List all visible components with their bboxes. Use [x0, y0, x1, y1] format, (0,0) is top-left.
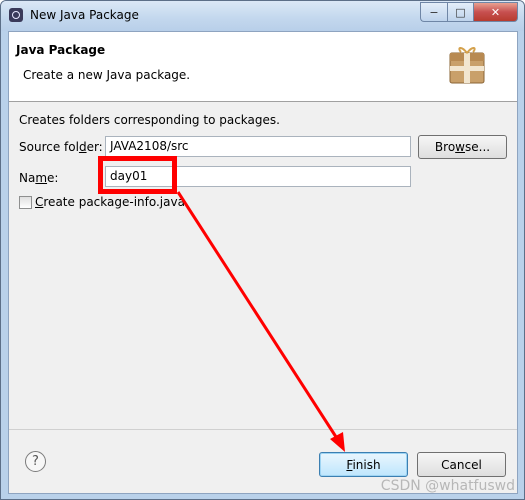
banner-description: Create a new Java package. — [23, 68, 191, 82]
dialog-content: Java Package Create a new Java package. … — [8, 31, 518, 494]
banner-title: Java Package — [16, 43, 106, 57]
cancel-button[interactable]: Cancel — [417, 452, 506, 477]
eclipse-icon — [9, 8, 23, 22]
package-info-checkbox[interactable] — [19, 196, 32, 209]
close-button[interactable]: ✕ — [474, 2, 518, 22]
source-folder-label: Source folder: — [19, 140, 103, 154]
footer-separator — [9, 429, 517, 430]
watermark: CSDN @whatfuswd — [380, 478, 515, 494]
title-bar[interactable]: New Java Package − □ ✕ — [1, 1, 524, 31]
package-icon — [449, 47, 485, 84]
annotation-highlight-box — [98, 156, 177, 194]
maximize-button[interactable]: □ — [447, 2, 474, 22]
browse-button[interactable]: Browse... — [418, 135, 507, 159]
dialog-window: New Java Package − □ ✕ Java Package Crea… — [0, 0, 525, 500]
package-info-label[interactable]: Create package-info.java — [35, 195, 185, 209]
minimize-button[interactable]: − — [420, 2, 447, 22]
window-title: New Java Package — [30, 8, 139, 22]
name-label: Name: — [19, 171, 59, 185]
finish-button[interactable]: Finish — [319, 452, 408, 477]
caption-buttons: − □ ✕ — [420, 2, 518, 22]
source-folder-field[interactable]: JAVA2108/src — [105, 136, 411, 157]
help-icon[interactable]: ? — [25, 451, 46, 472]
info-text: Creates folders corresponding to package… — [19, 113, 280, 127]
wizard-banner: Java Package Create a new Java package. — [9, 32, 517, 102]
